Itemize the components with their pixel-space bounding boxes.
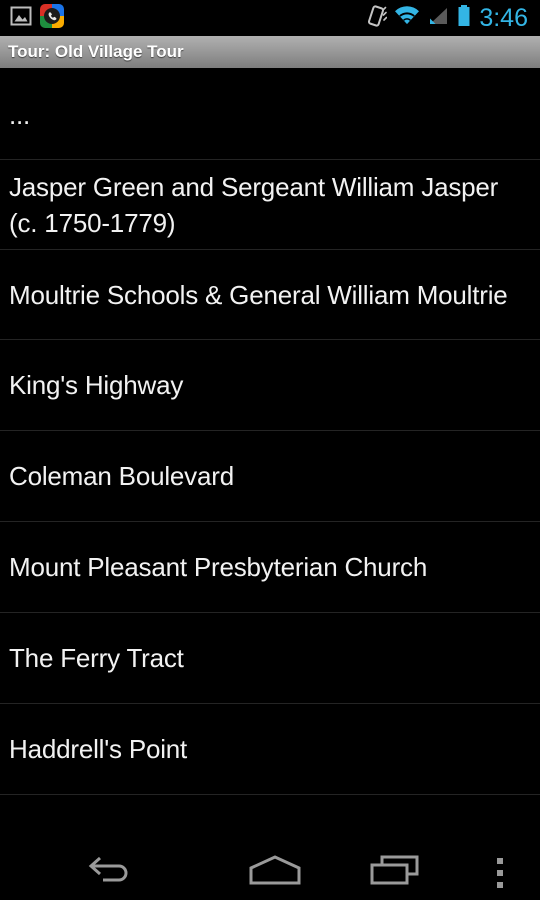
list-item[interactable]: Coleman Boulevard	[0, 431, 540, 522]
overflow-menu-button[interactable]	[460, 845, 540, 900]
status-bar-notifications	[0, 3, 64, 33]
overflow-menu-icon	[497, 857, 503, 888]
back-arrow-icon	[86, 853, 134, 892]
list-item[interactable]	[0, 795, 540, 815]
list-item-label: Jasper Green and Sergeant William Jasper…	[9, 171, 499, 238]
list-item-label: Coleman Boulevard	[9, 461, 234, 491]
home-icon	[247, 853, 303, 892]
tour-stop-list[interactable]: ... Jasper Green and Sergeant William Ja…	[0, 70, 540, 845]
status-bar[interactable]: 3:46	[0, 0, 540, 36]
list-item-label: Haddrell's Point	[9, 734, 188, 764]
android-screen: 3:46 Tour: Old Village Tour ... Jasper G…	[0, 0, 540, 900]
list-item[interactable]: Jasper Green and Sergeant William Jasper…	[0, 160, 540, 250]
list-item-label: The Ferry Tract	[9, 643, 184, 673]
list-item[interactable]: Haddrell's Point	[0, 704, 540, 795]
list-item[interactable]: Moultrie Schools & General William Moult…	[0, 250, 540, 340]
page-title: Tour: Old Village Tour	[8, 42, 184, 61]
list-item-label: ...	[9, 99, 31, 130]
cellular-signal-icon	[427, 5, 449, 32]
recents-button[interactable]	[330, 845, 460, 900]
battery-icon	[456, 4, 472, 33]
home-button[interactable]	[220, 845, 330, 900]
gallery-image-icon	[10, 5, 32, 32]
recents-icon	[369, 853, 421, 892]
status-bar-clock: 3:46	[479, 4, 528, 32]
list-item-label: Mount Pleasant Presbyterian Church	[9, 552, 428, 582]
list-item[interactable]: ...	[0, 70, 540, 160]
list-item[interactable]: The Ferry Tract	[0, 613, 540, 704]
list-item[interactable]: Mount Pleasant Presbyterian Church	[0, 522, 540, 613]
list-item-label: King's Highway	[9, 370, 184, 400]
wifi-icon	[394, 5, 420, 32]
title-bar: Tour: Old Village Tour	[0, 36, 540, 69]
vibrate-icon	[365, 4, 388, 33]
back-button[interactable]	[0, 845, 220, 900]
phone-app-icon	[40, 3, 64, 33]
list-item-label: Moultrie Schools & General William Moult…	[9, 279, 508, 310]
navigation-bar	[0, 845, 540, 900]
list-item[interactable]: King's Highway	[0, 340, 540, 431]
status-bar-indicators: 3:46	[365, 0, 540, 36]
